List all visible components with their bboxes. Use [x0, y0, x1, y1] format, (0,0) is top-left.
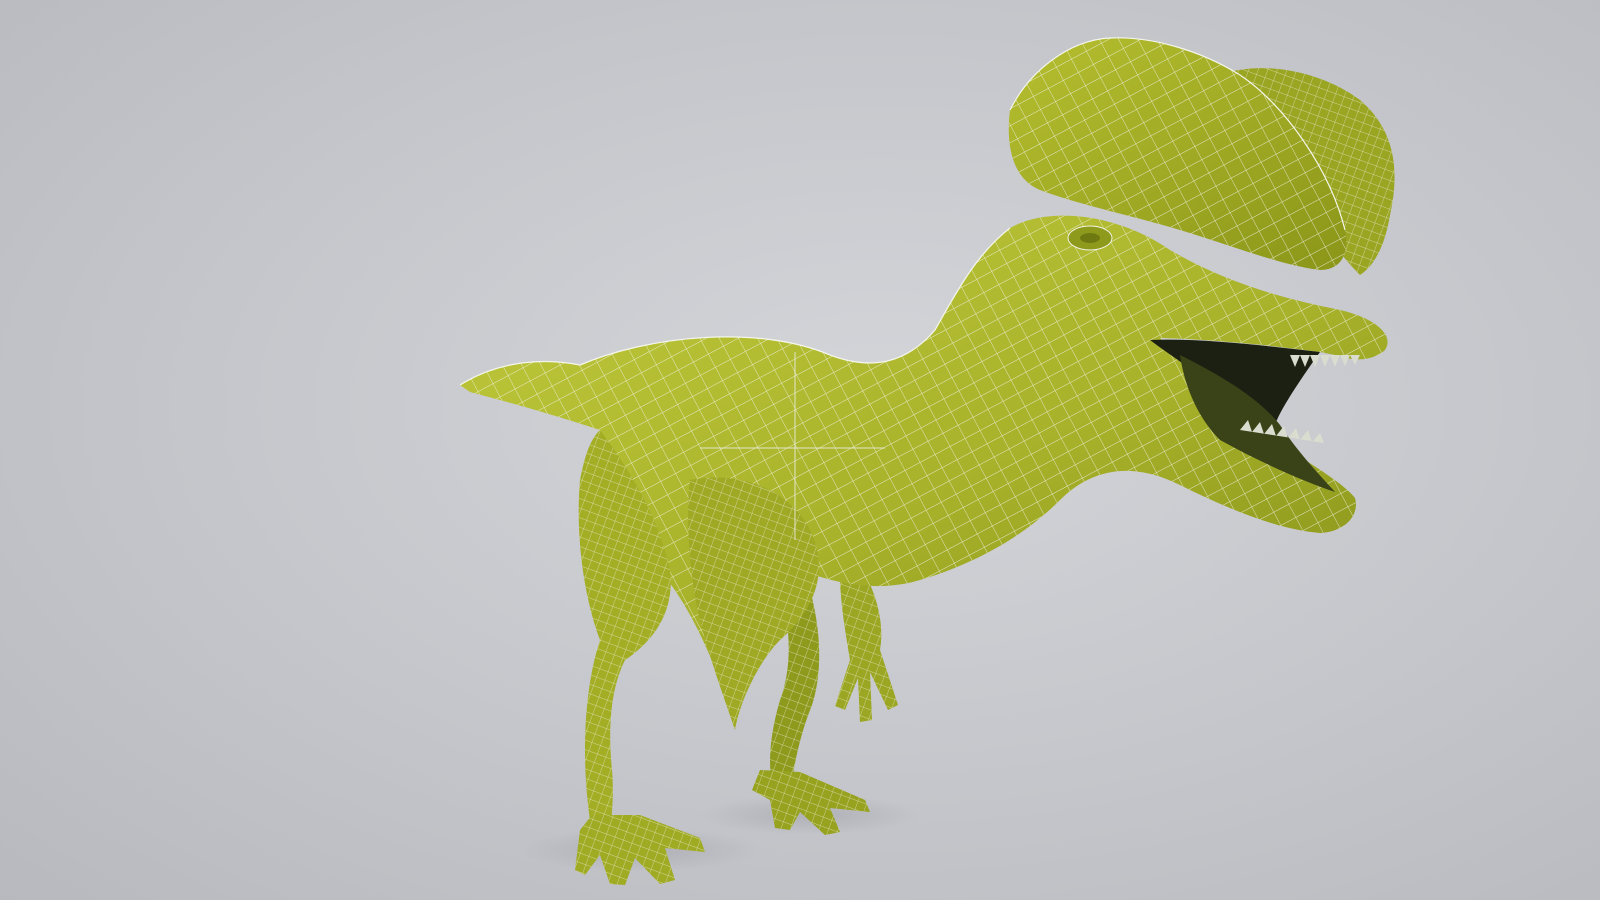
scene-render [459, 37, 1395, 885]
dinosaur-model [459, 37, 1395, 885]
3d-viewport[interactable] [0, 0, 1600, 900]
